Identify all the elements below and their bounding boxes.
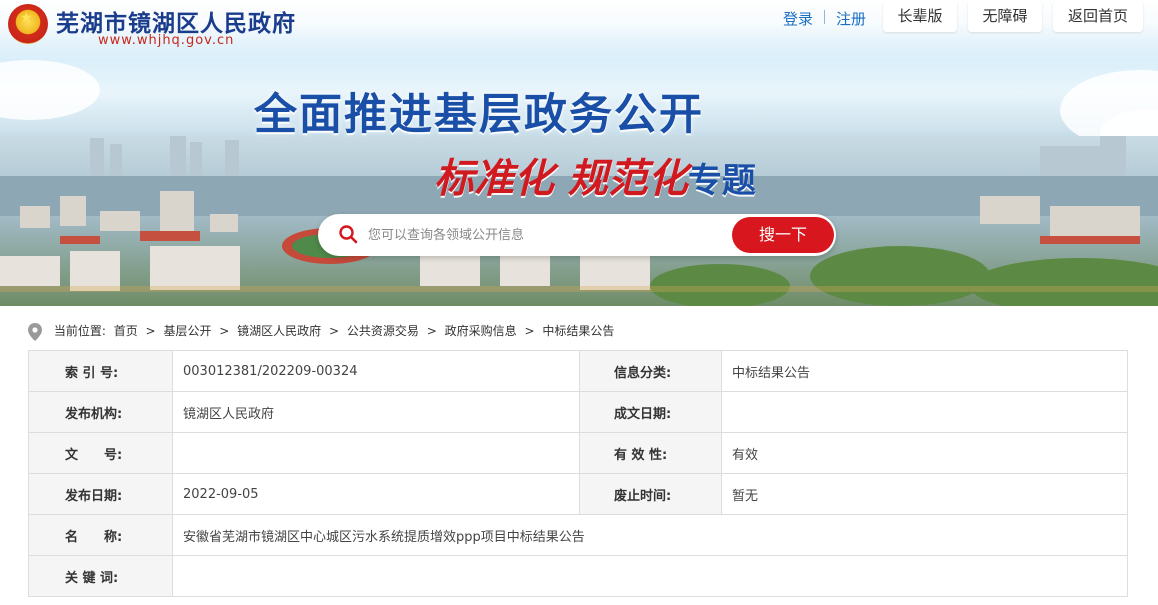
breadcrumb-label: 当前位置:	[53, 324, 106, 338]
category-value: 中标结果公告	[721, 350, 1128, 392]
search-icon	[339, 225, 358, 244]
accessibility-button[interactable]: 无障碍	[968, 0, 1042, 32]
table-row: 名 称: 安徽省芜湖市镜湖区中心城区污水系统提质增效ppp项目中标结果公告	[28, 514, 1128, 556]
table-row: 索 引 号: 003012381/202209-00324 信息分类: 中标结果…	[28, 350, 1128, 392]
breadcrumb-item-procurement[interactable]: 政府采购信息	[445, 324, 517, 338]
breadcrumb-item-home[interactable]: 首页	[114, 324, 138, 338]
return-home-button[interactable]: 返回首页	[1053, 0, 1143, 32]
table-row: 文 号: 有 效 性: 有效	[28, 432, 1128, 474]
elder-mode-button[interactable]: 长辈版	[883, 0, 957, 32]
document-number-label: 文 号:	[28, 432, 173, 474]
cloud-left	[0, 60, 100, 120]
validity-label: 有 效 性:	[579, 432, 722, 474]
category-label: 信息分类:	[579, 350, 722, 392]
banner-subline-emphasis: 标准化 规范化	[434, 155, 688, 202]
keywords-label: 关 键 词:	[28, 555, 173, 597]
table-row: 发布日期: 2022-09-05 废止时间: 暂无	[28, 473, 1128, 515]
publisher-label: 发布机构:	[28, 391, 173, 433]
index-number-label: 索 引 号:	[28, 350, 173, 392]
abolish-date-label: 废止时间:	[579, 473, 722, 515]
nav-divider	[824, 10, 825, 24]
document-title-value: 安徽省芜湖市镜湖区中心城区污水系统提质增效ppp项目中标结果公告	[172, 514, 1128, 556]
search-input[interactable]	[368, 220, 728, 250]
breadcrumb-separator: >	[145, 324, 156, 338]
document-title-label: 名 称:	[28, 514, 173, 556]
banner-headline: 全面推进基层政务公开	[254, 90, 704, 140]
breadcrumb-item-grassroots[interactable]: 基层公开	[163, 324, 211, 338]
breadcrumb: 当前位置: 首页 > 基层公开 > 镜湖区人民政府 > 公共资源交易 > 政府采…	[28, 318, 614, 344]
search-button[interactable]: 搜一下	[732, 217, 834, 253]
breadcrumb-separator: >	[219, 324, 230, 338]
register-link[interactable]: 注册	[836, 8, 866, 30]
banner-subline: 标准化 规范化专题	[434, 146, 756, 204]
breadcrumb-separator: >	[426, 324, 437, 338]
created-date-value	[721, 391, 1128, 433]
document-number-value	[172, 432, 580, 474]
breadcrumb-separator: >	[524, 324, 535, 338]
site-url: www.whjhq.gov.cn	[98, 33, 235, 48]
document-info-table: 索 引 号: 003012381/202209-00324 信息分类: 中标结果…	[28, 350, 1128, 597]
validity-value: 有效	[721, 432, 1128, 474]
table-row: 关 键 词:	[28, 555, 1128, 597]
created-date-label: 成文日期:	[579, 391, 722, 433]
login-link[interactable]: 登录	[783, 8, 813, 30]
publish-date-value: 2022-09-05	[172, 473, 580, 515]
national-emblem-icon: ★	[8, 4, 48, 44]
keywords-value	[172, 555, 1128, 597]
header-banner: ★ 芜湖市镜湖区人民政府 www.whjhq.gov.cn 登录 注册 长辈版 …	[0, 0, 1158, 306]
publisher-value: 镜湖区人民政府	[172, 391, 580, 433]
publish-date-label: 发布日期:	[28, 473, 173, 515]
banner-subline-suffix: 专题	[687, 161, 756, 201]
breadcrumb-separator: >	[329, 324, 340, 338]
breadcrumb-item-public-resources[interactable]: 公共资源交易	[347, 324, 419, 338]
breadcrumb-item-award-notice[interactable]: 中标结果公告	[542, 324, 614, 338]
search-bar: 搜一下	[318, 214, 836, 256]
location-pin-icon	[28, 322, 42, 341]
breadcrumb-item-government[interactable]: 镜湖区人民政府	[237, 324, 321, 338]
abolish-date-value: 暂无	[721, 473, 1128, 515]
index-number-value: 003012381/202209-00324	[172, 350, 580, 392]
table-row: 发布机构: 镜湖区人民政府 成文日期:	[28, 391, 1128, 433]
